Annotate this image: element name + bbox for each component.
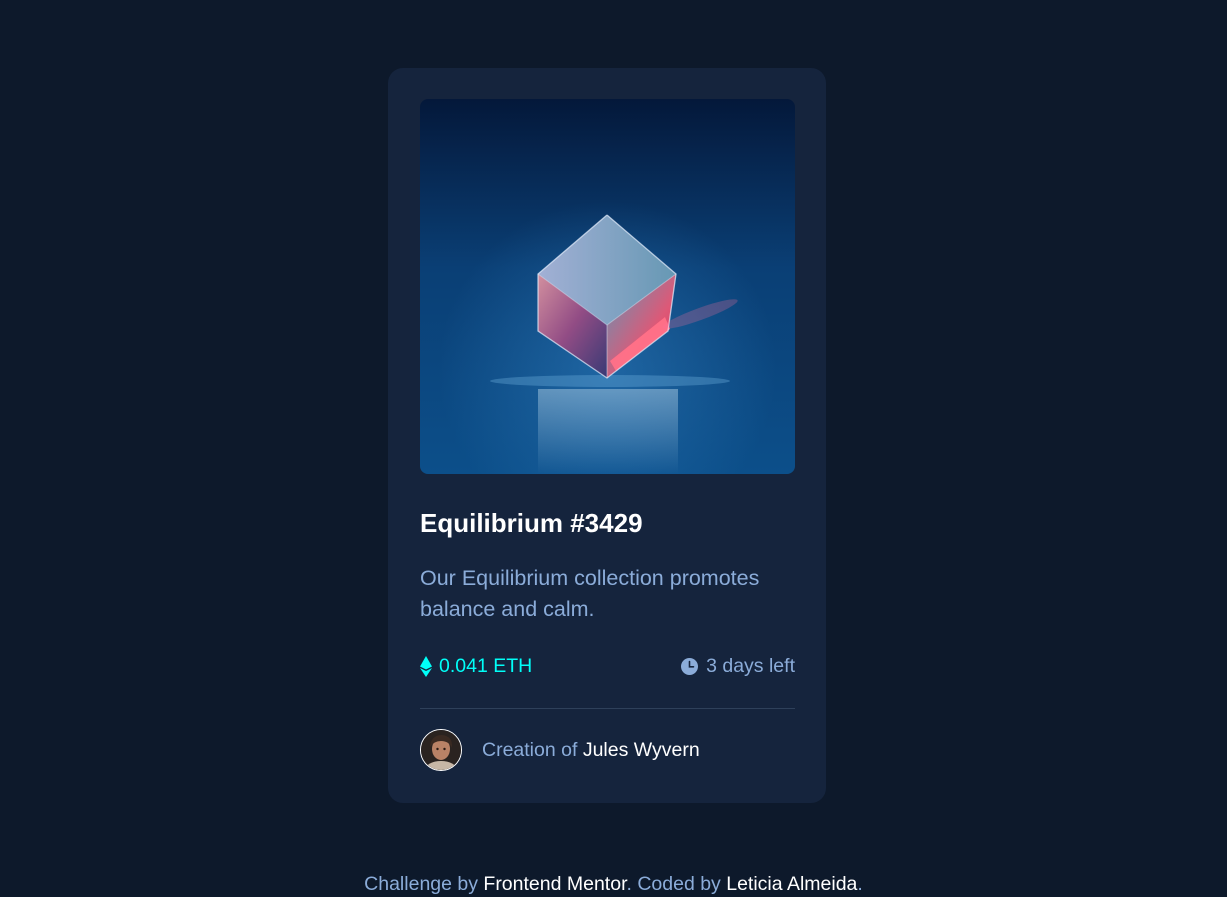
- creator-name-link[interactable]: Jules Wyvern: [583, 739, 700, 761]
- ethereum-icon: [420, 655, 432, 677]
- creator-avatar: [420, 729, 462, 771]
- time-left-value: 3 days left: [706, 654, 795, 677]
- clock-icon: [681, 657, 699, 675]
- nft-time-left: 3 days left: [681, 655, 795, 678]
- nft-price: 0.041 ETH: [420, 655, 532, 678]
- nft-preview-card: Equilibrium #3429 Our Equilibrium collec…: [388, 68, 826, 803]
- creator-row: Creation of Jules Wyvern: [420, 728, 795, 772]
- creator-text: Creation of Jules Wyvern: [482, 739, 700, 762]
- attribution: Challenge by Frontend Mentor. Coded by L…: [0, 872, 1227, 896]
- creator-prefix: Creation of: [482, 738, 583, 761]
- nft-image[interactable]: [420, 99, 795, 474]
- nft-stats: 0.041 ETH 3 days left: [420, 653, 795, 679]
- price-value: 0.041 ETH: [439, 654, 533, 677]
- frontend-mentor-link[interactable]: Frontend Mentor: [483, 873, 626, 895]
- nft-title[interactable]: Equilibrium #3429: [420, 508, 795, 538]
- card-divider: [420, 708, 795, 709]
- attribution-prefix: Challenge by: [364, 873, 484, 895]
- nft-description: Our Equilibrium collection promotes bala…: [420, 566, 760, 621]
- attribution-middle: . Coded by: [626, 873, 727, 895]
- attribution-suffix: .: [857, 873, 863, 895]
- author-link[interactable]: Leticia Almeida: [726, 873, 857, 895]
